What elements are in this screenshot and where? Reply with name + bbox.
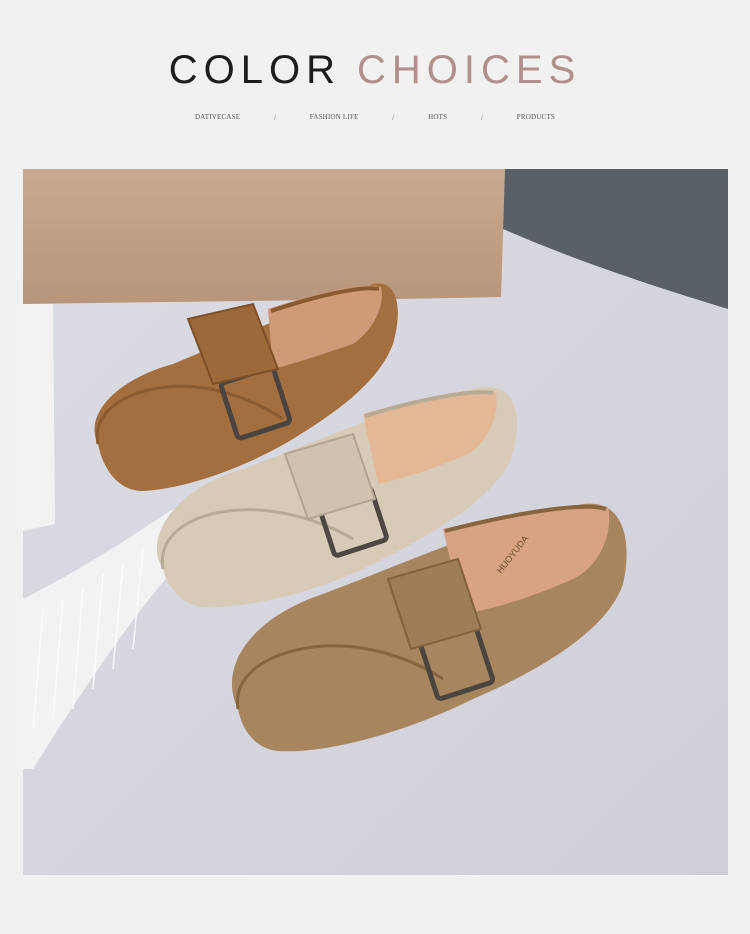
nav-item-dativecase[interactable]: DATIVECASE — [195, 113, 240, 121]
nav-item-hots[interactable]: HOTS — [428, 113, 447, 121]
title-word-choices: CHOICES — [357, 48, 582, 92]
nav-separator: / — [273, 112, 277, 122]
white-card — [23, 304, 55, 531]
nav-separator: / — [480, 112, 484, 122]
paper-bag — [23, 169, 505, 304]
sub-navigation: DATIVECASE / FASHION LIFE / HOTS / PRODU… — [195, 110, 555, 124]
page-header: COLOR CHOICES DATIVECASE / FASHION LIFE /… — [0, 0, 750, 160]
product-photo: HUOYUDA — [23, 169, 728, 875]
shoes-illustration: HUOYUDA — [23, 169, 728, 875]
nav-item-fashion-life[interactable]: FASHION LIFE — [310, 113, 359, 121]
page-title: COLOR CHOICES — [0, 48, 750, 93]
title-word-color: COLOR — [168, 48, 341, 92]
nav-item-products[interactable]: PRODUCTS — [517, 113, 555, 121]
nav-separator: / — [392, 112, 395, 122]
